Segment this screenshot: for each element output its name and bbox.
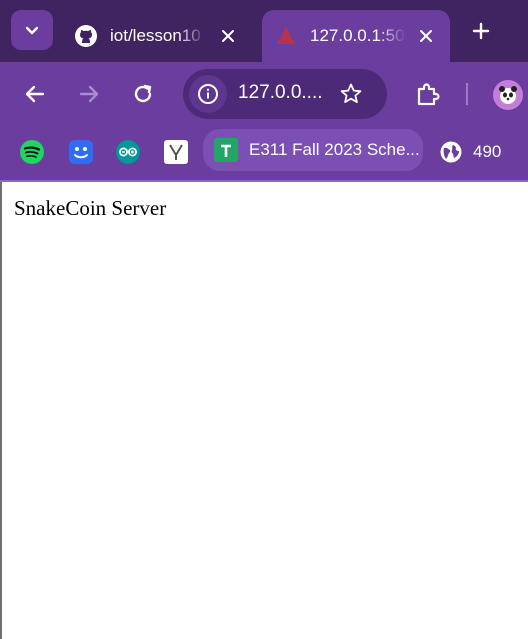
bookmark-star-button[interactable] (338, 81, 364, 107)
arduino-icon (116, 140, 140, 164)
url-text[interactable]: 127.0.0.... (238, 82, 330, 104)
bookmark-spotify[interactable] (19, 135, 45, 169)
globe-icon (440, 141, 462, 163)
vocareum-icon (164, 140, 188, 164)
bookmark-490[interactable]: 490 (439, 135, 501, 169)
github-icon (75, 25, 97, 47)
bookmark-label: 490 (473, 142, 502, 161)
puzzle-icon (417, 83, 440, 106)
info-icon (198, 84, 218, 104)
page-heading: SnakeCoin Server (14, 196, 167, 220)
plus-icon (472, 22, 490, 40)
extensions-button[interactable] (411, 78, 443, 110)
bookmark-arduino[interactable] (115, 135, 141, 169)
tab-localhost[interactable]: 127.0.0.1:5000 (262, 10, 450, 62)
back-arrow-icon (25, 85, 45, 103)
google-sheets-icon (214, 138, 238, 162)
spotify-icon (20, 140, 44, 164)
window-border (0, 182, 2, 639)
tab-search-button[interactable] (11, 10, 53, 50)
toolbar-separator (0, 180, 528, 182)
close-tab-button[interactable] (214, 22, 242, 50)
back-button[interactable] (19, 78, 51, 110)
discord-icon (69, 140, 93, 164)
close-icon (420, 30, 432, 42)
panda-avatar-icon (499, 86, 517, 104)
close-icon (222, 30, 234, 42)
toolbar-divider (466, 83, 468, 105)
bookmark-label: E311 Fall 2023 Sche... (249, 140, 420, 159)
forward-arrow-icon (79, 85, 99, 103)
reload-icon (134, 84, 152, 103)
chevron-down-icon (25, 26, 39, 35)
tab-github[interactable]: iot/lesson10 (62, 10, 252, 62)
star-icon (340, 83, 362, 103)
new-tab-button[interactable] (466, 14, 496, 48)
bookmark-e311-schedule[interactable]: E311 Fall 2023 Sche... (203, 129, 423, 171)
bookmark-vocareum[interactable] (163, 135, 189, 169)
address-bar[interactable]: 127.0.0.... (183, 69, 387, 119)
forward-button[interactable] (73, 78, 105, 110)
tab-title: 127.0.0.1:5000 (310, 26, 406, 45)
site-info-button[interactable] (189, 75, 227, 113)
site-icon (277, 27, 295, 44)
profile-avatar[interactable] (493, 80, 523, 110)
tab-strip: iot/lesson10 127.0.0.1:5000 (0, 0, 528, 62)
tab-title: iot/lesson10 (110, 26, 201, 45)
close-tab-button[interactable] (412, 22, 440, 50)
reload-button[interactable] (127, 78, 159, 110)
bookmark-discord[interactable] (68, 135, 94, 169)
